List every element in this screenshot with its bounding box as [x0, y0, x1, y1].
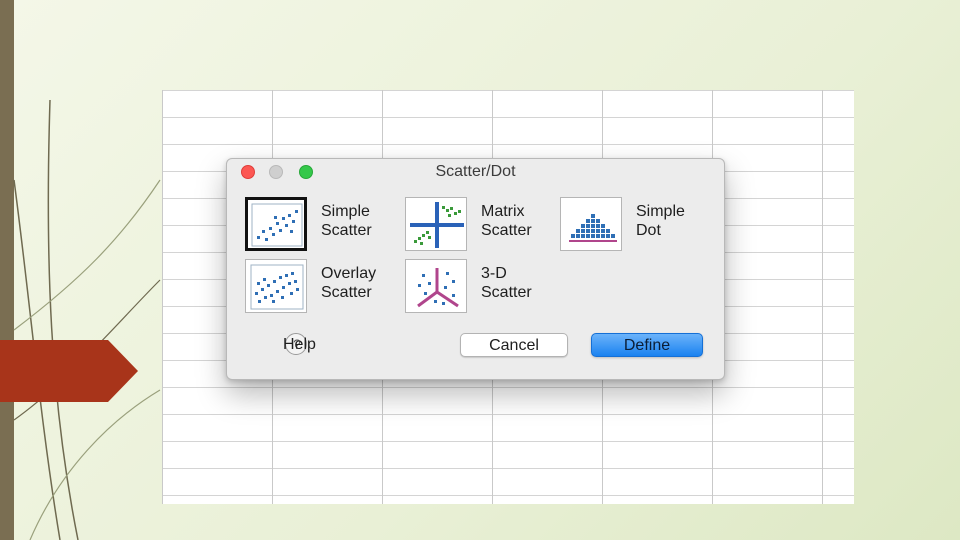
simple-dot-label-line2: Dot: [636, 222, 661, 239]
3d-scatter-label: 3-D Scatter: [481, 264, 532, 302]
3d-scatter-label-line1: 3-D: [481, 265, 507, 282]
option-3d-scatter[interactable]: 3-D Scatter: [405, 259, 555, 317]
overlay-scatter-label-line1: Overlay: [321, 265, 377, 282]
simple-scatter-icon[interactable]: [245, 197, 307, 251]
simple-scatter-label-line2: Scatter: [321, 222, 372, 239]
matrix-scatter-label: Matrix Scatter: [481, 202, 532, 240]
cancel-button[interactable]: Cancel: [460, 333, 568, 357]
define-button[interactable]: Define: [591, 333, 703, 357]
scatter-dot-dialog: Scatter/Dot Simple Scatter Matrix Scatte…: [226, 158, 725, 380]
dialog-title: Scatter/Dot: [435, 163, 516, 180]
simple-scatter-label-line1: Simple: [321, 203, 370, 220]
simple-dot-label: Simple Dot: [636, 202, 685, 240]
3d-scatter-label-line2: Scatter: [481, 284, 532, 301]
overlay-scatter-label: Overlay Scatter: [321, 264, 376, 302]
matrix-scatter-icon[interactable]: [405, 197, 467, 251]
simple-dot-label-line1: Simple: [636, 203, 685, 220]
help-button[interactable]: ? Help: [283, 333, 329, 359]
3d-scatter-icon[interactable]: [405, 259, 467, 313]
option-matrix-scatter[interactable]: Matrix Scatter: [405, 197, 555, 255]
option-simple-scatter[interactable]: Simple Scatter: [245, 197, 395, 255]
simple-scatter-label: Simple Scatter: [321, 202, 372, 240]
overlay-scatter-icon[interactable]: [245, 259, 307, 313]
simple-dot-icon[interactable]: [560, 197, 622, 251]
overlay-scatter-label-line2: Scatter: [321, 284, 372, 301]
matrix-scatter-label-line1: Matrix: [481, 203, 525, 220]
decorative-red-tab: [0, 340, 138, 402]
matrix-scatter-label-line2: Scatter: [481, 222, 532, 239]
dialog-titlebar[interactable]: Scatter/Dot: [227, 159, 724, 185]
option-overlay-scatter[interactable]: Overlay Scatter: [245, 259, 395, 317]
help-label: Help: [283, 336, 316, 353]
option-simple-dot[interactable]: Simple Dot: [560, 197, 710, 255]
